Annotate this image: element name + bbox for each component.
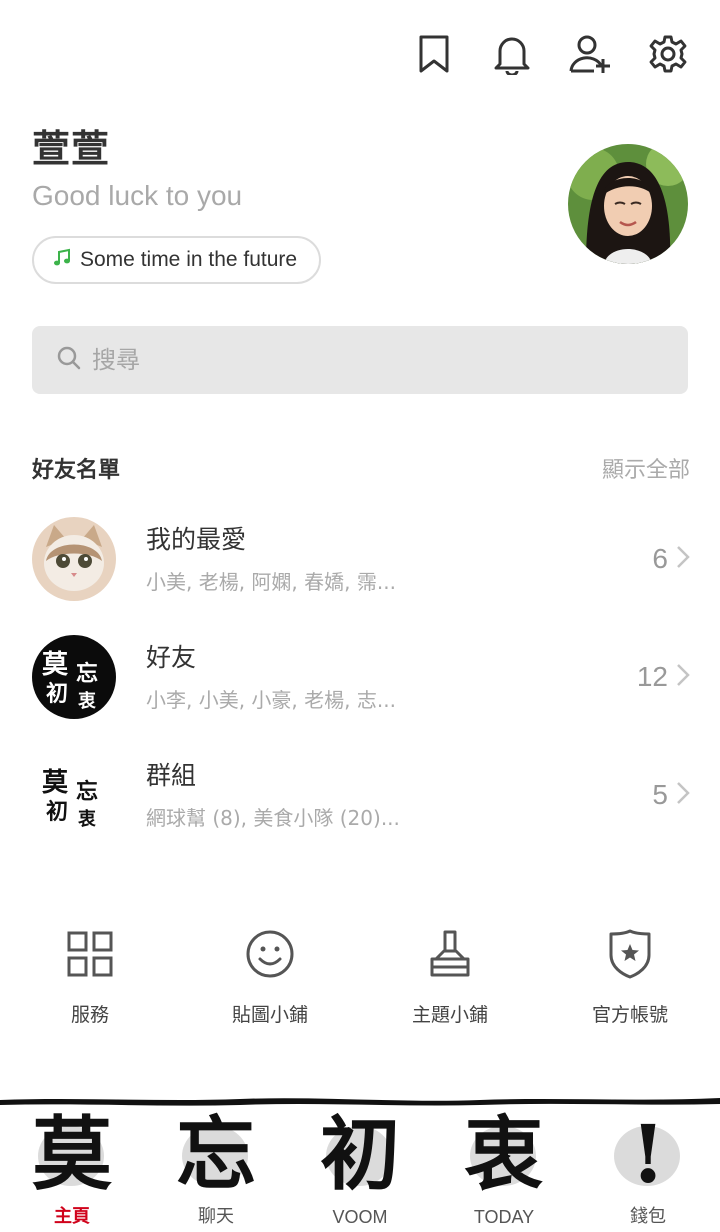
- profile-music-button[interactable]: Some time in the future: [32, 236, 322, 284]
- tab-glyph: 莫: [32, 1107, 112, 1201]
- shield-star-icon: [608, 926, 652, 982]
- friends-count: 12: [636, 661, 668, 692]
- profile-name[interactable]: 萱萱: [32, 118, 110, 173]
- tab-label: TODAY: [473, 1207, 535, 1227]
- bookmark-icon[interactable]: [412, 30, 456, 78]
- service-label: 主題小鋪: [411, 1004, 488, 1026]
- chevron-right-icon: [676, 663, 690, 691]
- svg-text:初: 初: [46, 681, 68, 707]
- favorites-title: 我的最愛: [146, 525, 247, 554]
- service-theme-shop[interactable]: 主題小鋪: [360, 926, 540, 1027]
- favorites-members: 小美, 老楊, 阿嫻, 春嬌, 霈...: [146, 570, 396, 594]
- friends-section-header: 好友名單 顯示全部: [32, 452, 690, 484]
- service-label: 服務: [70, 1004, 109, 1026]
- svg-text:衷: 衷: [78, 808, 96, 830]
- tab-label: 聊天: [198, 1206, 234, 1226]
- tab-label: 錢包: [630, 1206, 666, 1226]
- services-row: 服務 貼圖小鋪 主題小鋪 官方帳號: [0, 926, 720, 1027]
- groups-count: 5: [652, 779, 668, 810]
- chevron-right-icon: [676, 545, 690, 573]
- svg-text:忘: 忘: [76, 779, 98, 805]
- friend-row-friends[interactable]: 莫 忘 初 衷 好友 小李, 小美, 小豪, 老楊, 志... 12: [0, 618, 720, 736]
- friend-row-favorites[interactable]: 我的最愛 小美, 老楊, 阿嫻, 春嬌, 霈... 6: [0, 500, 720, 618]
- groups-members: 網球幫 (8), 美食小隊 (20)...: [146, 806, 400, 830]
- svg-text:衷: 衷: [78, 690, 96, 712]
- groups-avatar: 莫 忘 初 衷: [32, 753, 116, 837]
- tab-today[interactable]: 衷 TODAY: [432, 1104, 576, 1232]
- music-note-icon: [52, 248, 72, 272]
- groups-title: 群組: [146, 761, 197, 790]
- tab-label: 主頁: [54, 1206, 90, 1226]
- friend-list: 我的最愛 小美, 老楊, 阿嫻, 春嬌, 霈... 6 莫 忘 初 衷 好友 小…: [0, 500, 720, 854]
- search-input[interactable]: [92, 346, 652, 374]
- friend-row-groups[interactable]: 莫 忘 初 衷 群組 網球幫 (8), 美食小隊 (20)... 5: [0, 736, 720, 854]
- service-label: 貼圖小鋪: [231, 1004, 308, 1026]
- add-friend-icon[interactable]: [568, 30, 612, 78]
- tab-glyph: !: [630, 1107, 666, 1201]
- svg-text:忘: 忘: [76, 661, 98, 687]
- profile-status-message[interactable]: Good luck to you: [32, 180, 242, 212]
- tab-home[interactable]: 莫 主頁: [0, 1104, 144, 1232]
- bell-icon[interactable]: [490, 30, 534, 78]
- tab-glyph: 衷: [464, 1107, 544, 1201]
- svg-text:莫: 莫: [42, 768, 69, 798]
- service-sticker-shop[interactable]: 貼圖小鋪: [180, 926, 360, 1027]
- svg-text:莫: 莫: [42, 650, 69, 680]
- friends-title: 好友: [146, 643, 197, 672]
- top-toolbar: [412, 30, 690, 78]
- tab-glyph: 初: [320, 1107, 400, 1201]
- profile-music-label: Some time in the future: [80, 248, 298, 271]
- tab-glyph: 忘: [176, 1107, 256, 1201]
- tab-voom[interactable]: 初 VOOM: [288, 1104, 432, 1232]
- smiley-icon: [245, 926, 295, 982]
- tab-wallet[interactable]: ! 錢包: [576, 1104, 720, 1232]
- chevron-right-icon: [676, 781, 690, 809]
- svg-text:初: 初: [46, 799, 68, 825]
- profile-avatar[interactable]: [568, 144, 688, 264]
- friends-section-title: 好友名單: [32, 458, 121, 483]
- grid-icon: [66, 926, 114, 982]
- brush-icon: [428, 926, 472, 982]
- favorites-avatar: [32, 517, 116, 601]
- settings-icon[interactable]: [646, 30, 690, 78]
- bottom-tab-bar: 莫 主頁 忘 聊天 初 VOOM 衷 TODAY ! 錢包: [0, 1094, 720, 1232]
- service-label: 官方帳號: [591, 1004, 668, 1026]
- tab-label: VOOM: [332, 1207, 388, 1227]
- friends-avatar: 莫 忘 初 衷: [32, 635, 116, 719]
- search-icon: [56, 345, 82, 375]
- tab-chat[interactable]: 忘 聊天: [144, 1104, 288, 1232]
- service-official-accounts[interactable]: 官方帳號: [540, 926, 720, 1027]
- friends-members: 小李, 小美, 小豪, 老楊, 志...: [146, 688, 396, 712]
- favorites-count: 6: [652, 543, 668, 574]
- show-all-link[interactable]: 顯示全部: [602, 452, 690, 484]
- search-bar[interactable]: [32, 326, 688, 394]
- service-services[interactable]: 服務: [0, 926, 180, 1027]
